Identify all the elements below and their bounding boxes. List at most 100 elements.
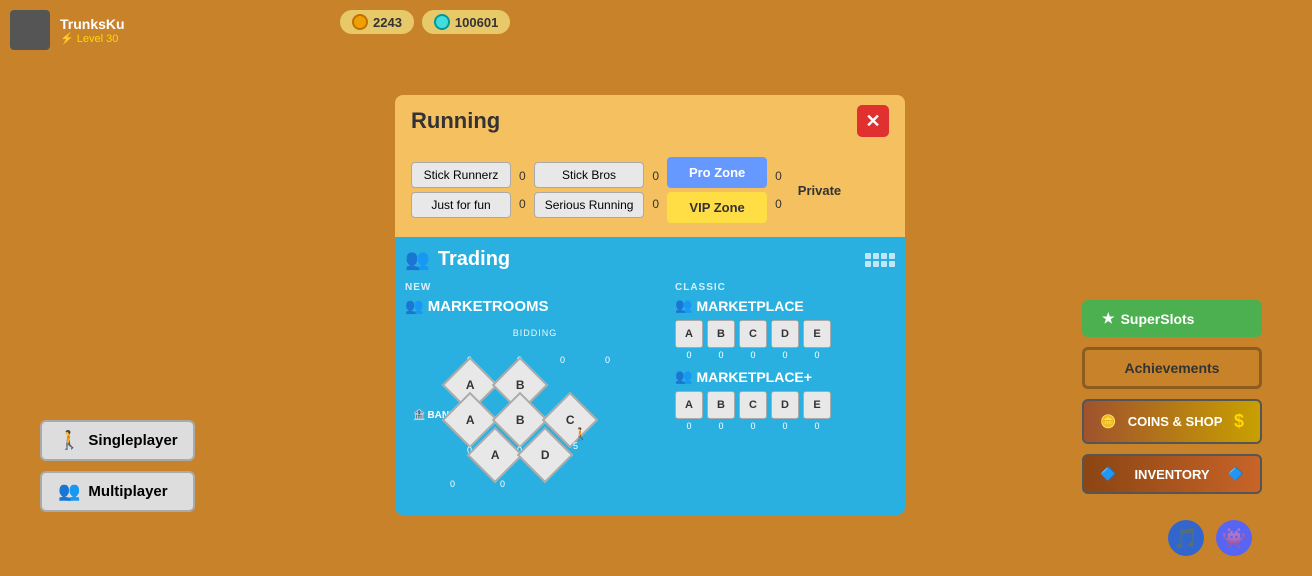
figure-count: 5: [573, 441, 578, 451]
run-group-2: Stick Bros Serious Running: [534, 162, 645, 218]
mp-counts-2: 0 0 0 0 0: [675, 421, 895, 431]
marketplace-header: 👥 MARKETPLACE: [675, 297, 895, 314]
inventory-button[interactable]: 🔷 INVENTORY 🔷: [1082, 454, 1262, 494]
people-icon-small: 👥: [405, 297, 424, 315]
sidebar-left: 🚶 Singleplayer 👥 Multiplayer: [40, 420, 195, 512]
count-bot-1: 0: [519, 197, 526, 211]
a3-count: 0: [450, 479, 455, 489]
trading-panel: 👥 Trading NEW 👥 MARKETROOMS BIDDING: [395, 237, 905, 515]
mp-slot-a1[interactable]: A: [675, 320, 703, 348]
separator-col-1: 0 0: [515, 169, 530, 211]
gold-amount: 2243: [373, 15, 402, 30]
mp-slot-c2[interactable]: C: [739, 391, 767, 419]
running-title: Running: [411, 108, 500, 134]
bidding-count-right: 0: [605, 355, 610, 365]
achievements-button[interactable]: Achievements: [1082, 347, 1262, 389]
new-label: NEW: [405, 282, 665, 293]
mp-count-a2: 0: [675, 421, 703, 431]
marketrooms-label: MARKETROOMS: [428, 298, 549, 315]
username: TrunksKu: [60, 16, 125, 32]
achievements-label: Achievements: [1125, 360, 1220, 376]
stick-runnerz-button[interactable]: Stick Runnerz: [411, 162, 511, 188]
count-top-3: 0: [775, 169, 782, 183]
mp-slot-b2[interactable]: B: [707, 391, 735, 419]
bidding-label: BIDDING: [513, 328, 558, 338]
count-top-1: 0: [519, 169, 526, 183]
count-bot-3: 0: [775, 197, 782, 211]
diamond-layout: 0 0 0 0 A B 🏦 BANK: [405, 345, 665, 505]
trading-content: NEW 👥 MARKETROOMS BIDDING 0 0 0 0: [405, 282, 895, 505]
user-info: TrunksKu ⚡ Level 30: [60, 16, 125, 45]
mp-slot-c1[interactable]: C: [739, 320, 767, 348]
top-bar: TrunksKu ⚡ Level 30: [10, 10, 125, 50]
superslots-button[interactable]: ★ SuperSlots: [1082, 300, 1262, 337]
close-button[interactable]: ✕: [857, 105, 889, 137]
vip-zone-button[interactable]: VIP Zone: [667, 192, 767, 223]
coin-icon: [352, 14, 368, 30]
coin-shop-icon: 🪙: [1100, 414, 1116, 430]
mp-slots-1: A B C D E: [675, 320, 895, 348]
music-icon: 🎵: [1174, 526, 1199, 551]
just-for-fun-button[interactable]: Just for fun: [411, 192, 511, 218]
discord-button[interactable]: 👾: [1216, 520, 1252, 556]
bottom-icons: 🎵 👾: [1168, 520, 1252, 556]
mp-count-a1: 0: [675, 350, 703, 360]
serious-running-button[interactable]: Serious Running: [534, 192, 645, 218]
mp-count-c1: 0: [739, 350, 767, 360]
coins-shop-label: COINS & SHOP: [1128, 414, 1223, 429]
level-label: ⚡ Level 30: [60, 32, 125, 45]
mp-slot-d1[interactable]: D: [771, 320, 799, 348]
mp-count-c2: 0: [739, 421, 767, 431]
mp-people-icon: 👥: [675, 297, 692, 314]
inventory-label: INVENTORY: [1134, 467, 1209, 482]
running-options: Stick Runnerz Just for fun 0 0 Stick Bro…: [395, 147, 905, 237]
currency-bar: 2243 100601: [340, 10, 510, 34]
classic-section: CLASSIC 👥 MARKETPLACE A B C D E 0 0 0: [675, 282, 895, 505]
private-label: Private: [798, 183, 841, 198]
stick-bros-button[interactable]: Stick Bros: [534, 162, 645, 188]
pro-zone-button[interactable]: Pro Zone: [667, 157, 767, 188]
trading-people-icon: 👥: [405, 247, 430, 272]
marketplace-plus-title: MARKETPLACE+: [696, 369, 812, 385]
d1-count: 0: [500, 479, 505, 489]
superslots-label: SuperSlots: [1121, 311, 1195, 327]
gem-amount: 100601: [455, 15, 498, 30]
separator-col-2: 0 0: [648, 169, 663, 211]
trading-title-text: Trading: [438, 248, 510, 271]
grid-icon: [865, 253, 895, 267]
mp-slot-a2[interactable]: A: [675, 391, 703, 419]
coins-shop-button[interactable]: 🪙 COINS & SHOP $: [1082, 399, 1262, 444]
marketplace-plus-header: 👥 MARKETPLACE+: [675, 368, 895, 385]
mp-slots-2: A B C D E: [675, 391, 895, 419]
singleplayer-label: Singleplayer: [88, 432, 177, 449]
mp-slot-e1[interactable]: E: [803, 320, 831, 348]
mp-slot-e2[interactable]: E: [803, 391, 831, 419]
inventory-icon-left: 🔷: [1100, 466, 1116, 482]
mp-slot-d2[interactable]: D: [771, 391, 799, 419]
gem-pill: 100601: [422, 10, 510, 34]
gold-pill: 2243: [340, 10, 414, 34]
singleplayer-button[interactable]: 🚶 Singleplayer: [40, 420, 195, 461]
mp-count-b1: 0: [707, 350, 735, 360]
mp-count-b2: 0: [707, 421, 735, 431]
dollar-icon: $: [1234, 411, 1244, 432]
mp-count-e1: 0: [803, 350, 831, 360]
trading-header: 👥 Trading: [405, 247, 895, 272]
mp-count-e2: 0: [803, 421, 831, 431]
bidding-c-count: 0: [560, 355, 565, 365]
mp-counts-1: 0 0 0 0 0: [675, 350, 895, 360]
marketrooms-title: 👥 MARKETROOMS: [405, 297, 665, 315]
figure-icon: 🚶: [573, 427, 588, 441]
mp-count-d2: 0: [771, 421, 799, 431]
multiplayer-button[interactable]: 👥 Multiplayer: [40, 471, 195, 512]
sidebar-right: ★ SuperSlots Achievements 🪙 COINS & SHOP…: [1082, 300, 1262, 494]
mp-slot-b1[interactable]: B: [707, 320, 735, 348]
avatar: [10, 10, 50, 50]
star-icon: ★: [1102, 310, 1115, 327]
multiplayer-label: Multiplayer: [88, 483, 167, 500]
running-panel: Running ✕: [395, 95, 905, 147]
music-button[interactable]: 🎵: [1168, 520, 1204, 556]
run-group-zones: Pro Zone VIP Zone: [667, 157, 767, 223]
marketplace-title: MARKETPLACE: [696, 298, 803, 314]
trading-title: 👥 Trading: [405, 247, 510, 272]
